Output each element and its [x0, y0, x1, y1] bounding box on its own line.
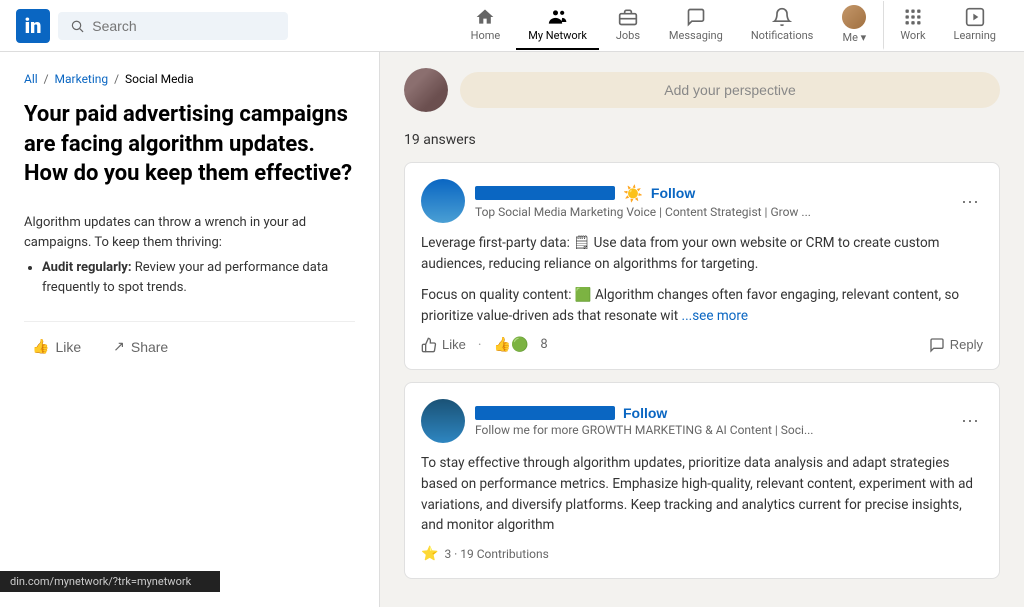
answer-1-text-1: Leverage first-party data: 🗒 Use data fr… [421, 233, 983, 275]
navbar: in Home My Network Jobs Messaging Notifi… [0, 0, 1024, 52]
question-title: Your paid advertising campaigns are faci… [24, 100, 355, 189]
answer-2-header: Follow Follow me for more GROWTH MARKETI… [421, 399, 983, 443]
answer-1-actions: Like · 👍 🟢 8 Reply [421, 337, 983, 353]
question-bullet-1: Audit regularly: Review your ad performa… [42, 258, 355, 297]
home-icon [475, 7, 495, 27]
answer-card-1: ☀️ Follow Top Social Media Marketing Voi… [404, 162, 1000, 370]
answer-1-subtitle: Top Social Media Marketing Voice | Conte… [475, 205, 947, 219]
see-more-link-1[interactable]: ...see more [682, 308, 748, 324]
answer-1-more-button[interactable]: ··· [957, 191, 983, 212]
nav-item-messaging[interactable]: Messaging [657, 1, 735, 50]
breadcrumb-current: Social Media [125, 72, 194, 86]
breadcrumb-marketing[interactable]: Marketing [55, 72, 109, 86]
bottom-actions: 👍 Like ↗ Share [24, 321, 355, 359]
share-icon: ↗ [113, 338, 125, 355]
nav-home-label: Home [471, 29, 501, 42]
answer-2-text: To stay effective through algorithm upda… [421, 453, 983, 537]
contributions-row: ⭐ 3 · 19 Contributions [421, 546, 983, 562]
like-button[interactable]: 👍 Like [24, 334, 89, 359]
thumbs-up-icon [421, 337, 437, 353]
nav-notifications-label: Notifications [751, 29, 814, 42]
nav-jobs-label: Jobs [616, 29, 640, 42]
answer-1-name-area: ☀️ Follow Top Social Media Marketing Voi… [475, 184, 947, 219]
chat-icon [686, 7, 706, 27]
answer-1-text-2: Focus on quality content: 🟩 Algorithm ch… [421, 285, 983, 327]
main-layout: All / Marketing / Social Media Your paid… [0, 52, 1024, 607]
nav-network-label: My Network [528, 29, 587, 42]
answer-1-follow-button[interactable]: Follow [651, 185, 695, 201]
nav-me-label: Me ▾ [843, 31, 867, 44]
nav-item-me[interactable]: Me ▾ [829, 0, 879, 52]
nav-learning-label: Learning [954, 29, 996, 42]
answer-2-name-area: Follow Follow me for more GROWTH MARKETI… [475, 405, 947, 437]
breadcrumb: All / Marketing / Social Media [24, 72, 355, 86]
answer-2-more-button[interactable]: ··· [957, 410, 983, 431]
play-icon [965, 7, 985, 27]
reaction-icons-1: 👍 🟢 [494, 337, 529, 353]
bullet-bold: Audit regularly: [42, 260, 132, 275]
add-perspective-section: Add your perspective [404, 68, 1000, 112]
like-icon: 👍 [32, 338, 49, 355]
answer-1-header: ☀️ Follow Top Social Media Marketing Voi… [421, 179, 983, 223]
dot-1: · [478, 337, 482, 353]
contrib-star-icon: ⭐ [421, 546, 438, 562]
question-description: Algorithm updates can throw a wrench in … [24, 213, 355, 297]
reply-label-1: Reply [950, 337, 983, 352]
left-panel: All / Marketing / Social Media Your paid… [0, 52, 380, 607]
answer-2-avatar [421, 399, 465, 443]
share-button[interactable]: ↗ Share [105, 334, 176, 359]
right-panel: Add your perspective 19 answers ☀️ Follo… [380, 52, 1024, 607]
search-input[interactable] [92, 18, 276, 34]
user-avatar [404, 68, 448, 112]
sun-icon: ☀️ [623, 184, 643, 203]
nav-messaging-label: Messaging [669, 29, 723, 42]
answer-1-name-placeholder [475, 186, 615, 200]
answer-2-subtitle: Follow me for more GROWTH MARKETING & AI… [475, 423, 947, 437]
contributions-label: 3 · 19 Contributions [444, 547, 548, 561]
nav-item-my-network[interactable]: My Network [516, 1, 599, 50]
add-perspective-button[interactable]: Add your perspective [460, 72, 1000, 108]
breadcrumb-all[interactable]: All [24, 72, 38, 86]
nav-item-learning[interactable]: Learning [942, 1, 1008, 50]
answer-1-name-row: ☀️ Follow [475, 184, 947, 203]
answer-2-name-placeholder [475, 406, 615, 420]
url-bar: din.com/mynetwork/?trk=mynetwork [0, 571, 220, 592]
grid-icon [903, 7, 923, 27]
bell-icon [772, 7, 792, 27]
nav-work-label: Work [900, 29, 925, 42]
search-icon [70, 18, 84, 34]
like-label: Like [55, 339, 81, 355]
nav-item-work[interactable]: Work [883, 1, 937, 50]
answers-count: 19 answers [404, 132, 1000, 148]
answer-2-name-row: Follow [475, 405, 947, 421]
answer-1-avatar [421, 179, 465, 223]
nav-items: Home My Network Jobs Messaging Notificat… [459, 0, 1008, 52]
answer-1-reply-button[interactable]: Reply [929, 337, 983, 353]
answer-1-like-button[interactable]: Like [421, 337, 466, 353]
people-icon [548, 7, 568, 27]
question-bullets: Audit regularly: Review your ad performa… [24, 258, 355, 297]
reply-icon [929, 337, 945, 353]
answer-card-2: Follow Follow me for more GROWTH MARKETI… [404, 382, 1000, 580]
linkedin-logo[interactable]: in [16, 9, 50, 43]
like-reaction-icon: 👍 [494, 337, 511, 353]
answer-2-follow-button[interactable]: Follow [623, 405, 667, 421]
nav-item-notifications[interactable]: Notifications [739, 1, 826, 50]
briefcase-icon [618, 7, 638, 27]
nav-item-home[interactable]: Home [459, 1, 513, 50]
nav-item-jobs[interactable]: Jobs [603, 1, 653, 50]
share-label: Share [131, 339, 168, 355]
like-label-1: Like [442, 337, 466, 352]
celebrate-reaction-icon: 🟢 [511, 337, 528, 353]
reaction-count-1: 8 [540, 337, 547, 352]
search-bar[interactable] [58, 12, 288, 40]
